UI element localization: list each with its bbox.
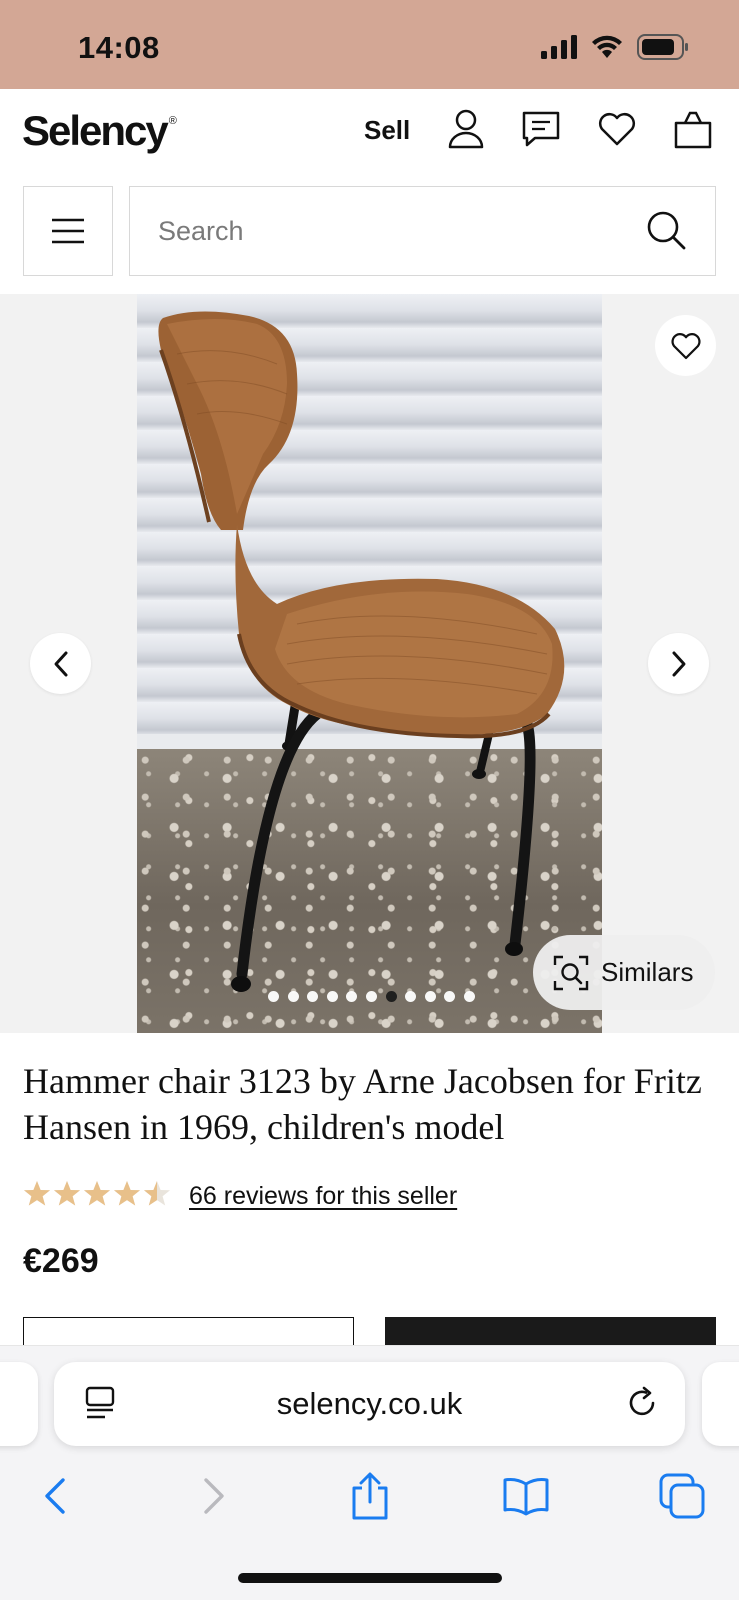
product-photo[interactable]: [137, 294, 602, 1033]
gallery-dot[interactable]: [365, 991, 377, 1002]
product-price: €269: [23, 1242, 99, 1280]
star-icon: [83, 1180, 111, 1212]
gallery-dot[interactable]: [424, 991, 436, 1002]
similars-label: Similars: [601, 957, 694, 987]
page: 14:08 Selency ® Sell Search Similars Ham…: [0, 0, 739, 1600]
chevron-left-icon: [54, 651, 67, 676]
selency-logo[interactable]: Selency ®: [22, 107, 177, 155]
gallery-dot[interactable]: [307, 991, 319, 1002]
browser-toolbar: [0, 1466, 739, 1526]
chair-illustration: [158, 311, 565, 992]
status-icons: [541, 34, 689, 65]
previous-tab-peek[interactable]: [0, 1362, 38, 1446]
gallery-dot[interactable]: [287, 991, 299, 1002]
previous-image-button[interactable]: [30, 633, 91, 694]
next-image-button[interactable]: [648, 633, 709, 694]
back-icon[interactable]: [25, 1466, 85, 1526]
visual-search-icon: [553, 955, 589, 990]
battery-icon: [637, 34, 689, 65]
address-bar[interactable]: selency.co.uk: [54, 1362, 685, 1446]
star-icon: [23, 1180, 51, 1212]
menu-button[interactable]: [23, 186, 113, 276]
share-icon[interactable]: [340, 1466, 400, 1526]
star-icon: [53, 1180, 81, 1212]
gallery-dot[interactable]: [405, 991, 417, 1002]
sell-link[interactable]: Sell: [364, 115, 410, 146]
search-icon[interactable]: [645, 209, 687, 256]
gallery-dot[interactable]: [444, 991, 456, 1002]
search-input[interactable]: [158, 211, 618, 251]
tabs-icon[interactable]: [652, 1466, 712, 1526]
gallery-dot[interactable]: [463, 991, 475, 1002]
gallery-pagination-dots[interactable]: [268, 991, 475, 1002]
seller-rating: 66 reviews for this seller: [23, 1176, 457, 1216]
add-to-favorites-button[interactable]: [655, 315, 716, 376]
gallery-dot[interactable]: [326, 991, 338, 1002]
gallery-dot[interactable]: [385, 991, 397, 1002]
heart-icon: [670, 332, 701, 359]
similars-button[interactable]: Similars: [533, 935, 715, 1010]
seller-reviews-link[interactable]: 66 reviews for this seller: [189, 1182, 457, 1211]
status-time: 14:08: [78, 30, 160, 65]
rating-stars: [23, 1180, 171, 1212]
product-gallery[interactable]: Similars: [0, 294, 739, 1033]
account-icon[interactable]: [444, 107, 488, 151]
cellular-signal-icon: [541, 35, 577, 64]
bookmarks-icon[interactable]: [496, 1466, 556, 1526]
browser-bottom-bar: selency.co.uk: [0, 1345, 739, 1600]
status-bar: 14:08: [0, 0, 739, 89]
gallery-dot[interactable]: [346, 991, 358, 1002]
star-icon: [143, 1180, 171, 1212]
site-header: Selency ® Sell: [0, 89, 739, 175]
registered-mark: ®: [168, 115, 177, 127]
logo-text: Selency: [22, 107, 169, 154]
forward-icon[interactable]: [184, 1466, 244, 1526]
search-row: [0, 175, 739, 294]
product-title: Hammer chair 3123 by Arne Jacobsen for F…: [23, 1061, 702, 1147]
home-indicator[interactable]: [238, 1573, 502, 1583]
reload-icon[interactable]: [625, 1386, 659, 1425]
favorites-icon[interactable]: [595, 107, 639, 151]
star-icon: [113, 1180, 141, 1212]
messages-icon[interactable]: [519, 107, 563, 151]
next-tab-peek[interactable]: [702, 1362, 739, 1446]
chevron-right-icon: [672, 651, 685, 676]
search-box: [129, 186, 716, 276]
wifi-icon: [591, 35, 623, 64]
url-text: selency.co.uk: [276, 1386, 463, 1421]
bag-icon[interactable]: [671, 107, 715, 151]
hamburger-icon: [52, 218, 84, 244]
gallery-dot[interactable]: [268, 991, 279, 1002]
